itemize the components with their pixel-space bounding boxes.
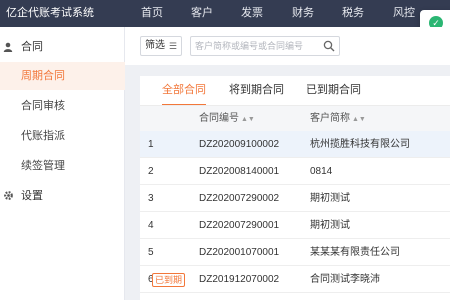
client-name: 期初测试 xyxy=(310,220,350,231)
sidebar-group-contract[interactable]: 合同 xyxy=(0,32,125,62)
contract-number: DZ201912070002 xyxy=(199,274,280,285)
list-icon: ☰ xyxy=(168,41,177,51)
tab-expired-contracts[interactable]: 已到期合同 xyxy=(306,82,361,106)
client-name: 杭州揽胜科技有限公司 xyxy=(310,139,410,150)
nav-item-risk-control[interactable]: 风控 xyxy=(393,0,415,27)
sidebar-item-label: 代账指派 xyxy=(21,130,65,142)
table-row[interactable]: 2 DZ202008140001 0814 xyxy=(140,158,450,185)
expired-badge: 已到期 xyxy=(152,273,186,287)
table-row[interactable]: 3 DZ202007290002 期初测试 xyxy=(140,185,450,212)
filter-bar: 筛选 ☰ xyxy=(125,27,450,65)
nav-item-clients[interactable]: 客户 xyxy=(191,0,213,27)
client-name: 0814 xyxy=(310,166,333,177)
contract-number: DZ202007290002 xyxy=(199,193,280,204)
column-header-label: 客户简称 xyxy=(310,113,350,124)
nav-item-tax[interactable]: 税务 xyxy=(342,0,364,27)
contract-number: DZ202008140001 xyxy=(199,166,280,177)
table-header: 合同编号 ▲▼ 客户简称 ▲▼ xyxy=(140,106,450,131)
table-row[interactable]: 6 已到期 DZ201912070002 合同测试李晓沛 xyxy=(140,266,450,293)
search-input[interactable] xyxy=(191,37,319,55)
sort-icon[interactable]: ▲▼ xyxy=(352,116,366,123)
search-icon[interactable] xyxy=(323,40,335,52)
sidebar-item-label: 周期合同 xyxy=(21,70,65,82)
row-number: 4 xyxy=(148,220,154,231)
sidebar-group-settings[interactable]: 设置 xyxy=(0,181,125,211)
column-header-label: 合同编号 xyxy=(199,113,239,124)
row-number: 1 xyxy=(148,139,154,150)
nav-item-invoices[interactable]: 发票 xyxy=(241,0,263,27)
row-number: 3 xyxy=(148,193,154,204)
table-row[interactable]: 5 DZ202001070001 某某某有限责任公司 xyxy=(140,239,450,266)
sort-icon[interactable]: ▲▼ xyxy=(241,116,255,123)
app-title: 亿企代账考试系统 xyxy=(6,7,94,19)
contract-number: DZ202007290001 xyxy=(199,220,280,231)
nav-item-finance[interactable]: 财务 xyxy=(292,0,314,27)
gear-icon xyxy=(3,181,14,213)
tab-expiring-contracts[interactable]: 将到期合同 xyxy=(229,82,284,106)
sidebar-item-periodic-contract[interactable]: 周期合同 xyxy=(0,62,125,90)
nav-item-home[interactable]: 首页 xyxy=(141,0,163,27)
client-name: 期初测试 xyxy=(310,193,350,204)
tab-all-contracts[interactable]: 全部合同 xyxy=(162,82,206,106)
filter-button[interactable]: 筛选 ☰ xyxy=(140,36,182,56)
client-name: 合同测试李晓沛 xyxy=(310,274,380,285)
column-header-client-name[interactable]: 客户简称 ▲▼ xyxy=(310,106,366,131)
sidebar-item-label: 续签管理 xyxy=(21,160,65,172)
column-header-contract-no[interactable]: 合同编号 ▲▼ xyxy=(199,106,255,131)
sidebar-item-bookkeeping-assignment[interactable]: 代账指派 xyxy=(0,122,125,150)
user-icon xyxy=(3,32,13,64)
sidebar-group-label: 合同 xyxy=(21,41,43,53)
table-row[interactable]: 1 DZ202009100002 杭州揽胜科技有限公司 xyxy=(140,131,450,158)
sidebar-item-contract-review[interactable]: 合同审核 xyxy=(0,92,125,120)
client-name: 某某某有限责任公司 xyxy=(310,247,400,258)
top-navigation-bar: 亿企代账考试系统 首页 客户 发票 财务 税务 风控 xyxy=(0,0,450,27)
sidebar: 合同 周期合同 合同审核 代账指派 续签管理 设置 xyxy=(0,27,125,300)
sidebar-group-label: 设置 xyxy=(21,190,43,202)
sidebar-item-renewal-management[interactable]: 续签管理 xyxy=(0,152,125,180)
row-number: 2 xyxy=(148,166,154,177)
contract-number: DZ202009100002 xyxy=(199,139,280,150)
table-row[interactable]: 4 DZ202007290001 期初测试 xyxy=(140,212,450,239)
filter-button-label: 筛选 xyxy=(145,40,165,51)
sidebar-item-label: 合同审核 xyxy=(21,100,65,112)
contract-list-panel: 全部合同 将到期合同 已到期合同 合同编号 ▲▼ 客户简称 ▲▼ 1 DZ20200… xyxy=(140,76,450,300)
search-box xyxy=(190,36,340,56)
contract-number: DZ202001070001 xyxy=(199,247,280,258)
row-number: 5 xyxy=(148,247,154,258)
